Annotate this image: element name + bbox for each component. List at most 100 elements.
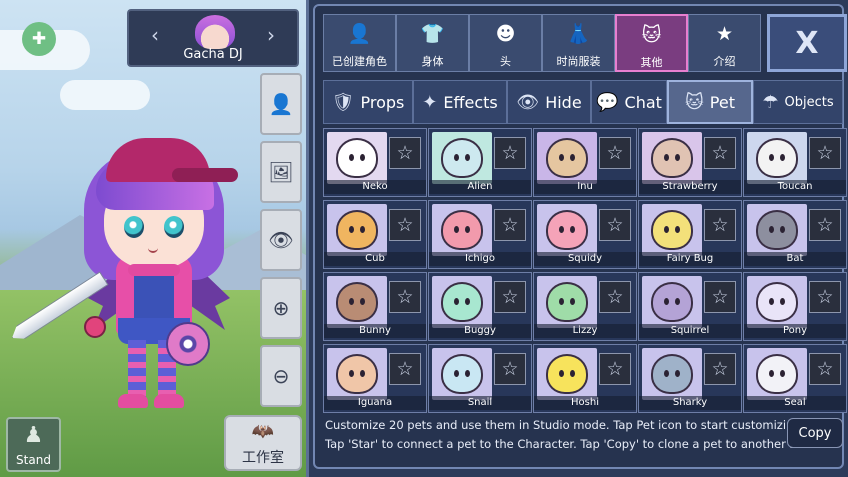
pet-icon[interactable] (747, 132, 807, 184)
pet-icon[interactable] (432, 276, 492, 328)
pet-slot[interactable]: ☆ Squidy (533, 200, 637, 269)
tab-category-0[interactable]: 👤 已创建角色 (323, 14, 396, 72)
star-icon[interactable]: ☆ (704, 353, 736, 385)
pet-slot[interactable]: ☆ Fairy Bug (638, 200, 742, 269)
pet-name: Bunny (324, 324, 426, 338)
pet-slot[interactable]: ☆ Cub (323, 200, 427, 269)
pet-icon[interactable] (747, 204, 807, 256)
close-button[interactable]: X (767, 14, 847, 72)
pet-icon[interactable] (642, 132, 702, 184)
pet-icon[interactable] (642, 276, 702, 328)
star-icon[interactable]: ☆ (494, 281, 526, 313)
tab-category-1[interactable]: 👕 身体 (396, 14, 469, 72)
pet-slot[interactable]: ☆ Strawberry (638, 128, 742, 197)
pet-icon[interactable] (537, 132, 597, 184)
tab-category-3[interactable]: 👗 时尚服装 (542, 14, 615, 72)
star-icon[interactable]: ☆ (704, 281, 736, 313)
add-character-button[interactable]: 👤 (260, 73, 302, 135)
star-icon[interactable]: ☆ (599, 137, 631, 169)
pet-slot[interactable]: ☆ Ichigo (428, 200, 532, 269)
stand-button[interactable]: ♟ Stand (6, 417, 61, 472)
tab-props[interactable]: 🛡 Props (323, 80, 413, 124)
character-figure[interactable] (0, 0, 260, 477)
sparkle-icon: ✦ (422, 91, 438, 113)
star-icon[interactable]: ☆ (704, 209, 736, 241)
pet-slot[interactable]: ☆ Bat (743, 200, 847, 269)
star-icon[interactable]: ☆ (809, 137, 841, 169)
pet-icon[interactable] (432, 204, 492, 256)
studio-button[interactable]: 🦇 工作室 (224, 415, 302, 471)
pet-slot[interactable]: ☆ Pony (743, 272, 847, 341)
pet-icon[interactable] (747, 276, 807, 328)
pet-icon[interactable] (537, 204, 597, 256)
tab-label: 头 (500, 55, 511, 68)
pet-icon[interactable] (747, 348, 807, 400)
star-icon[interactable]: ☆ (809, 281, 841, 313)
pet-slot[interactable]: ☆ Bunny (323, 272, 427, 341)
pet-slot[interactable]: ☆ Neko (323, 128, 427, 197)
pet-figure (756, 138, 798, 178)
copy-button[interactable]: Copy (787, 418, 843, 448)
pet-icon[interactable] (327, 276, 387, 328)
pet-icon[interactable] (327, 132, 387, 184)
pet-name: Ichigo (429, 252, 531, 266)
pet-slot[interactable]: ☆ Sharky (638, 344, 742, 413)
pet-icon[interactable] (327, 204, 387, 256)
star-icon[interactable]: ☆ (389, 209, 421, 241)
star-icon[interactable]: ☆ (704, 137, 736, 169)
tab-label: 介绍 (713, 55, 736, 68)
zoom-out-button[interactable]: ⊖ (260, 345, 302, 407)
chevron-right-icon[interactable]: › (267, 23, 275, 47)
pet-slot[interactable]: ☆ Toucan (743, 128, 847, 197)
profile-star-icon: ★ (715, 23, 734, 45)
pet-icon[interactable] (432, 348, 492, 400)
pet-name: Iguana (324, 396, 426, 410)
background-button[interactable]: 🖼 (260, 141, 302, 203)
star-icon[interactable]: ☆ (494, 353, 526, 385)
pet-slot[interactable]: ☆ Seal (743, 344, 847, 413)
tab-label: 时尚服装 (556, 55, 601, 68)
customization-panel: 👤 已创建角色 👕 身体 ☻ 头 👗 时尚服装 🐱 其他 ★ 介绍 X 🛡 Props ✦ Effects 👁… (306, 0, 848, 477)
pet-slot[interactable]: ☆ Squirrel (638, 272, 742, 341)
pet-icon[interactable] (327, 348, 387, 400)
star-icon[interactable]: ☆ (389, 137, 421, 169)
tab-pet[interactable]: 🐱 Pet (667, 80, 753, 124)
tab-chat[interactable]: 💬 Chat (591, 80, 667, 124)
chevron-left-icon[interactable]: ‹ (151, 23, 159, 47)
tab-category-5[interactable]: ★ 介绍 (688, 14, 761, 72)
bandage-icon[interactable]: ✚ (22, 22, 56, 56)
visibility-button[interactable]: 👁 (260, 209, 302, 271)
pet-slot[interactable]: ☆ Lizzy (533, 272, 637, 341)
pet-slot[interactable]: ☆ Buggy (428, 272, 532, 341)
star-icon[interactable]: ☆ (599, 209, 631, 241)
star-icon[interactable]: ☆ (494, 209, 526, 241)
pet-slot[interactable]: ☆ Snail (428, 344, 532, 413)
pet-icon[interactable] (642, 204, 702, 256)
pet-icon[interactable] (642, 348, 702, 400)
tab-effects[interactable]: ✦ Effects (413, 80, 507, 124)
pet-figure (651, 138, 693, 178)
pet-slot[interactable]: ☆ Hoshi (533, 344, 637, 413)
pet-icon[interactable] (537, 348, 597, 400)
star-icon[interactable]: ☆ (809, 353, 841, 385)
sub-tab-label: Effects (443, 92, 498, 112)
star-icon[interactable]: ☆ (389, 353, 421, 385)
pet-icon[interactable] (432, 132, 492, 184)
star-icon[interactable]: ☆ (599, 353, 631, 385)
pet-slot[interactable]: ☆ Alien (428, 128, 532, 197)
zoom-in-button[interactable]: ⊕ (260, 277, 302, 339)
star-icon[interactable]: ☆ (389, 281, 421, 313)
tab-category-4[interactable]: 🐱 其他 (615, 14, 688, 72)
shoe-left (118, 394, 148, 408)
star-icon[interactable]: ☆ (494, 137, 526, 169)
tab-category-2[interactable]: ☻ 头 (469, 14, 542, 72)
tab-objects[interactable]: ☂ Objects (753, 80, 843, 124)
star-icon[interactable]: ☆ (809, 209, 841, 241)
tab-hide[interactable]: 👁 Hide (507, 80, 591, 124)
sub-tab-label: Chat (624, 92, 662, 112)
star-icon[interactable]: ☆ (599, 281, 631, 313)
pet-slot[interactable]: ☆ Iguana (323, 344, 427, 413)
pet-icon[interactable] (537, 276, 597, 328)
zoom-in-icon: ⊕ (272, 296, 290, 320)
pet-slot[interactable]: ☆ Inu (533, 128, 637, 197)
